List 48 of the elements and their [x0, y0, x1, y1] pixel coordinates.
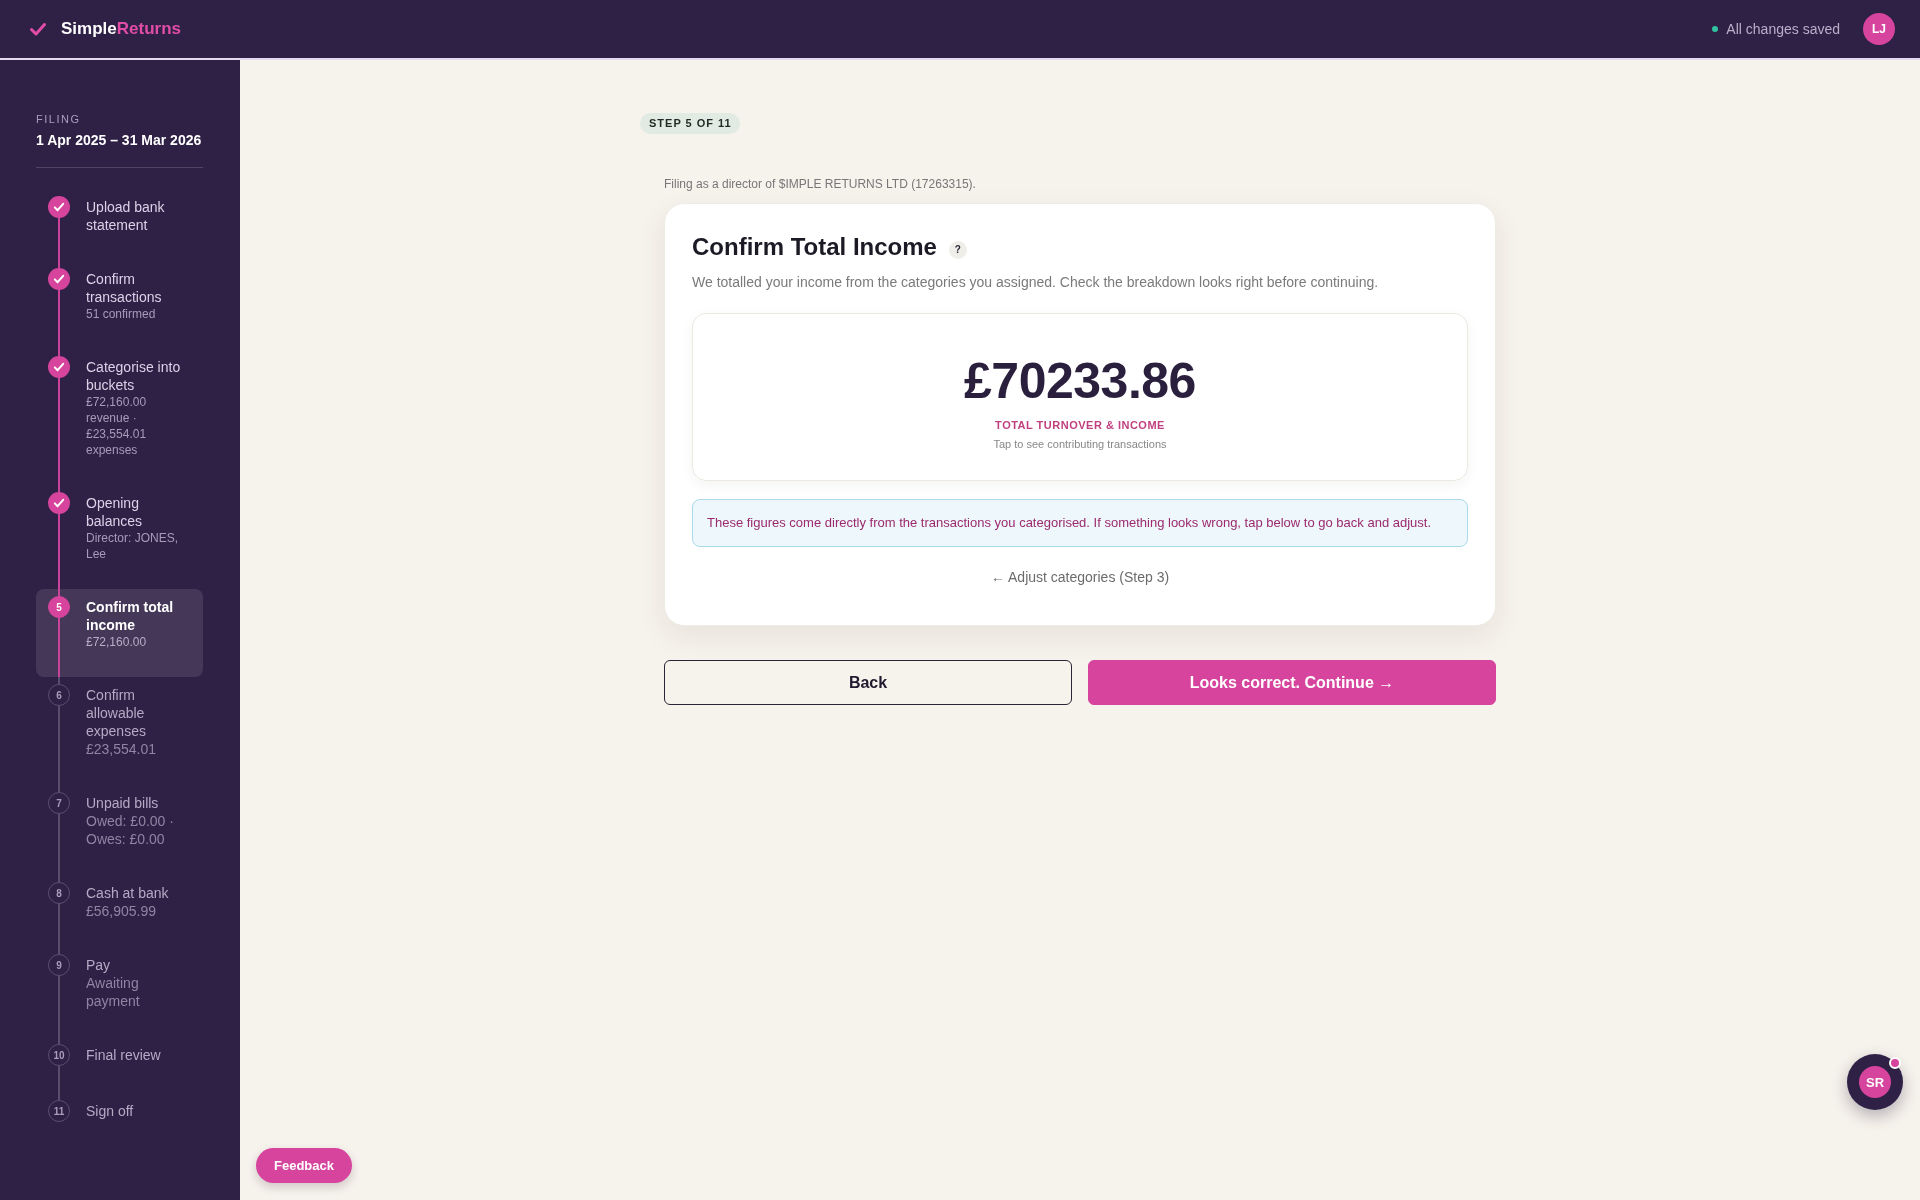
step-number: 11	[48, 1100, 70, 1122]
back-button[interactable]: Back	[664, 660, 1072, 705]
step-title[interactable]: Categorise into buckets	[86, 358, 189, 394]
step-number: 7	[48, 792, 70, 814]
total-hint: Tap to see contributing transactions	[992, 437, 1168, 451]
user-avatar[interactable]: LJ	[1863, 13, 1895, 45]
step-detail: Owed: £0.00 · Owes: £0.00	[86, 812, 175, 848]
adjust-link[interactable]: ← Adjust categories (Step 3)	[990, 569, 1170, 585]
total-amount: £70233.86	[963, 353, 1197, 409]
continue-button[interactable]: Looks correct. Continue →	[1088, 660, 1496, 705]
card-description: We totalled your income from the categories you assigned. Check the breakdown looks right before continuing.	[692, 273, 1380, 292]
step-number: 10	[48, 1044, 70, 1066]
total-label: TOTAL TURNOVER & INCOME	[994, 418, 1166, 433]
status-dot-icon	[1712, 26, 1719, 32]
info-note: These figures come directly from the transactions you categorised. If something looks wrong, tap below to go back and adjust.	[692, 499, 1468, 547]
step-detail: £56,905.99	[86, 902, 158, 920]
help-button[interactable]: ?	[948, 240, 967, 259]
step-number: 9	[48, 954, 70, 976]
step-number: 5	[48, 596, 70, 618]
save-status: All changes saved	[1726, 21, 1840, 37]
section-label: FILING	[36, 112, 82, 126]
step-detail: Awaiting payment	[86, 974, 141, 1010]
step-title[interactable]: Confirm total income	[86, 598, 189, 634]
step-detail: £72,160.00 revenue · £23,554.01 expenses	[86, 394, 148, 458]
feedback-button[interactable]: Feedback	[256, 1148, 352, 1183]
filing-note: Filing as a director of $IMPLE RETURNS LTD (17263315).	[664, 177, 977, 191]
card-title: Confirm Total Income	[692, 232, 937, 262]
filing-period: 1 Apr 2025 – 31 Mar 2026	[36, 131, 203, 149]
step-title[interactable]: Upload bank statement	[86, 198, 189, 234]
step-detail: £23,554.01	[86, 740, 158, 758]
step-detail: £72,160.00	[86, 634, 148, 650]
step-title[interactable]: Cash at bank	[86, 884, 189, 902]
brand-wordmark: SimpleReturns	[61, 19, 181, 39]
step-title[interactable]: Unpaid bills	[86, 794, 189, 812]
step-number: 6	[48, 684, 70, 706]
step-detail: 51 confirmed	[86, 306, 157, 322]
check-icon	[30, 22, 46, 36]
step-title[interactable]: Pay	[86, 956, 189, 974]
step-number: 8	[48, 882, 70, 904]
step-title[interactable]: Opening balances	[86, 494, 189, 530]
step-title[interactable]: Confirm allowable expenses	[86, 686, 189, 740]
step-detail: Director: JONES, Lee	[86, 530, 179, 562]
step-title[interactable]: Sign off	[86, 1102, 189, 1120]
step-title[interactable]: Final review	[86, 1046, 189, 1064]
chat-button[interactable]: SR	[1847, 1054, 1903, 1110]
step-counter: STEP 5 OF 11	[640, 113, 740, 134]
step-title[interactable]: Confirm transactions	[86, 270, 189, 306]
total-panel[interactable]: £70233.86 TOTAL TURNOVER & INCOME Tap to see contributing transactions	[692, 313, 1468, 481]
